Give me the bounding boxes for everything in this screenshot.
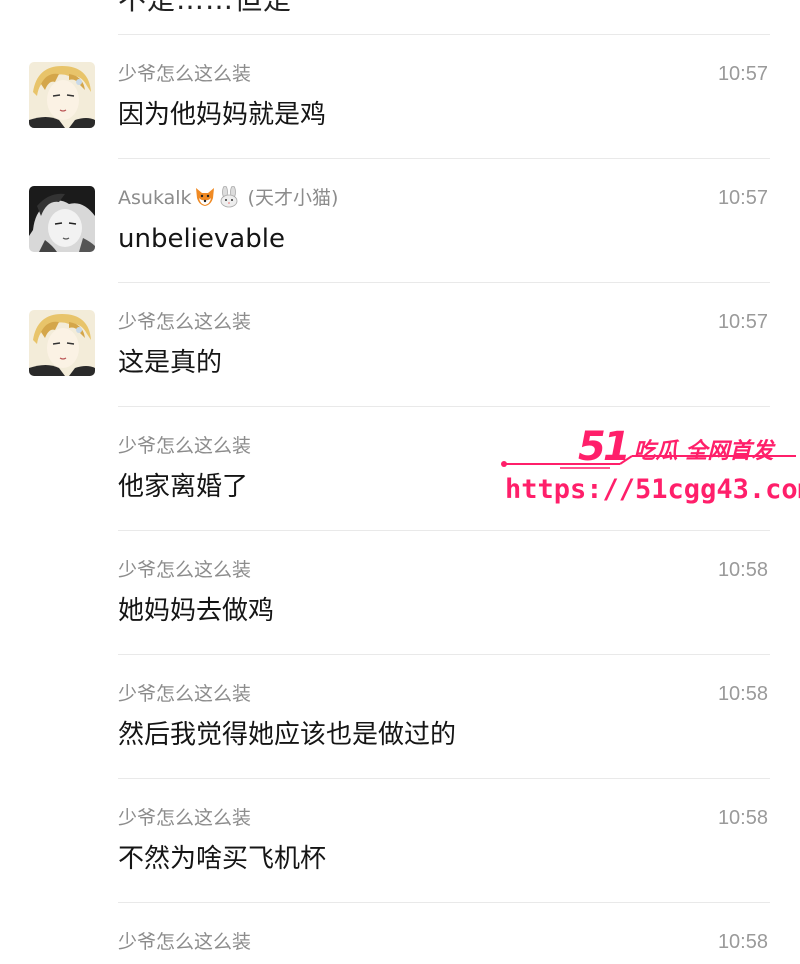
message-item[interactable]: Asukalk (天才小猫) 10:57 unbelievable [0, 185, 800, 310]
message-text: 她妈妈去做鸡 [118, 596, 275, 626]
divider [118, 158, 770, 159]
message-text: 然后我觉得她应该也是做过的 [118, 720, 457, 750]
timestamp: 10:58 [717, 931, 768, 953]
timestamp: 10:57 [717, 311, 768, 333]
previous-message-text: 不是……但是 [118, 0, 292, 18]
message-text: 因为他妈妈就是鸡 [118, 100, 327, 130]
divider [118, 530, 770, 531]
divider [118, 282, 770, 283]
sender-nickname: (天才小猫) [247, 187, 339, 209]
timestamp: 10:58 [717, 683, 768, 705]
timestamp: 10:57 [717, 63, 768, 85]
divider [118, 34, 770, 35]
message-item[interactable]: 少爷怎么这么装 10:58 然后我觉得她应该也是做过的 [0, 682, 800, 806]
timestamp: 10:57 [717, 187, 768, 209]
chat-screen: 不是……但是 少爷怎么这么装 10:57 因为他妈妈就是鸡 [0, 0, 800, 964]
message-text: 这是真的 [118, 348, 223, 378]
message-item[interactable]: 少爷怎么这么装 10:58 她妈妈去做鸡 [0, 558, 800, 682]
sender-name: 少爷怎么这么装 [118, 311, 252, 333]
message-item[interactable]: 少爷怎么这么装 10:58 不然为啥买飞机杯 [0, 806, 800, 930]
message-item[interactable]: 少爷怎么这么装 10:57 因为他妈妈就是鸡 [0, 62, 800, 186]
sender-name: 少爷怎么这么装 [118, 435, 252, 457]
timestamp: 10:58 [717, 559, 768, 581]
message-text: 他家离婚了 [118, 472, 249, 502]
divider [118, 778, 770, 779]
fox-icon [194, 186, 216, 208]
watermark-url: https://51cgg43.com [505, 474, 800, 505]
sender-name: 少爷怎么这么装 [118, 807, 252, 829]
sender-name: 少爷怎么这么装 [118, 931, 252, 953]
divider [118, 654, 770, 655]
divider [118, 406, 770, 407]
sender-name: 少爷怎么这么装 [118, 63, 252, 85]
divider [118, 902, 770, 903]
sender-name: Asukalk (天才小猫) [118, 185, 339, 210]
avatar[interactable] [29, 186, 95, 252]
watermark: 51 吃瓜 全网首发 https://51cgg43.com [500, 410, 800, 520]
watermark-decoration [501, 455, 796, 469]
rabbit-icon [218, 185, 240, 208]
sender-name: 少爷怎么这么装 [118, 559, 252, 581]
timestamp: 10:58 [717, 807, 768, 829]
message-text: 不然为啥买飞机杯 [118, 844, 327, 874]
avatar[interactable] [29, 62, 95, 128]
sender-name-text: Asukalk [118, 187, 192, 209]
avatar[interactable] [29, 310, 95, 376]
message-item[interactable]: 少爷怎么这么装 10:58 [0, 930, 800, 964]
message-text: unbelievable [118, 224, 285, 254]
sender-name: 少爷怎么这么装 [118, 683, 252, 705]
